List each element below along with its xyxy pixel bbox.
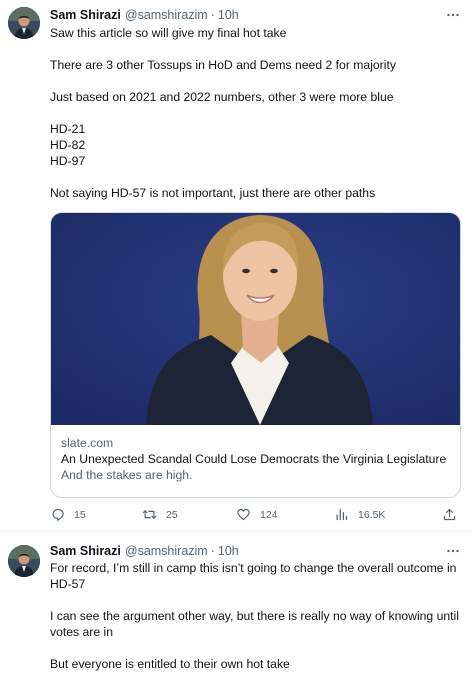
- tweet-line: HD-82: [50, 138, 86, 152]
- tweet-line: HD-97: [50, 154, 86, 168]
- views-icon: [336, 508, 348, 521]
- like-button[interactable]: 124: [236, 507, 278, 522]
- reply-button[interactable]: 15: [50, 507, 86, 522]
- more-icon[interactable]: [444, 6, 462, 24]
- tweet-line: Saw this article so will give my final h…: [50, 26, 287, 40]
- timestamp[interactable]: 10h: [218, 544, 239, 558]
- author-name[interactable]: Sam Shirazi: [50, 544, 121, 558]
- tweet[interactable]: Sam Shirazi @samshirazim · 10h Saw this …: [0, 0, 472, 532]
- timestamp[interactable]: 10h: [218, 8, 239, 22]
- tweet-line: There are 3 other Tossups in HoD and Dem…: [50, 58, 396, 72]
- tweet-line: Not saying HD-57 is not important, just …: [50, 186, 376, 200]
- tweet-text: Saw this article so will give my final h…: [50, 25, 460, 201]
- avatar[interactable]: [8, 545, 40, 577]
- avatar[interactable]: [8, 7, 40, 39]
- reply-icon: [52, 508, 64, 521]
- like-icon: [237, 508, 250, 521]
- article-image[interactable]: [51, 213, 460, 425]
- card-text[interactable]: slate.com An Unexpected Scandal Could Lo…: [61, 435, 452, 483]
- author-name[interactable]: Sam Shirazi: [50, 8, 121, 22]
- card-description: And the stakes are high.: [61, 468, 193, 482]
- share-icon: [443, 508, 456, 521]
- view-count: 16.5K: [358, 508, 386, 521]
- repost-button[interactable]: 25: [142, 507, 178, 522]
- tweet-line: Just based on 2021 and 2022 numbers, oth…: [50, 90, 394, 104]
- author-handle[interactable]: @samshirazim: [125, 544, 208, 558]
- link-card[interactable]: slate.com An Unexpected Scandal Could Lo…: [50, 212, 461, 498]
- like-count: 124: [260, 508, 278, 521]
- tweet-line: For record, I’m still in camp this isn’t…: [50, 561, 457, 591]
- repost-count: 25: [166, 508, 178, 521]
- tweet-header: Sam Shirazi @samshirazim · 10h: [50, 6, 462, 24]
- card-title: An Unexpected Scandal Could Lose Democra…: [61, 452, 447, 466]
- action-bar: 15 25 124 16.5K: [50, 507, 462, 527]
- author-handle[interactable]: @samshirazim: [125, 8, 208, 22]
- tweet-header: Sam Shirazi @samshirazim · 10h: [50, 542, 462, 560]
- reply-count: 15: [74, 508, 86, 521]
- tweet-line: But everyone is entitled to their own ho…: [50, 657, 290, 671]
- separator-dot: ·: [210, 544, 215, 558]
- views-button[interactable]: 16.5K: [334, 507, 385, 522]
- tweet[interactable]: Sam Shirazi @samshirazim · 10h For recor…: [0, 532, 472, 682]
- tweet-text: For record, I’m still in camp this isn’t…: [50, 560, 460, 672]
- tweet-line: I can see the argument other way, but th…: [50, 609, 459, 639]
- share-button[interactable]: [442, 507, 457, 522]
- card-domain: slate.com: [61, 436, 114, 450]
- separator-dot: ·: [210, 8, 215, 22]
- more-icon[interactable]: [444, 542, 462, 560]
- repost-icon: [142, 510, 157, 519]
- tweet-line: HD-21: [50, 122, 86, 136]
